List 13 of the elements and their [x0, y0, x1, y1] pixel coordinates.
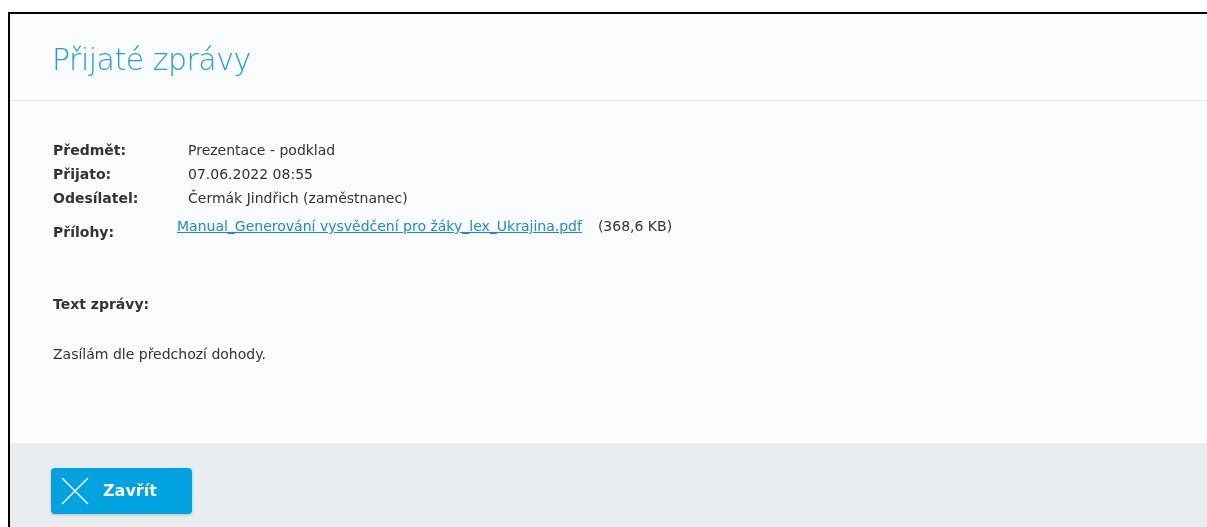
- field-value: Čermák Jindřich (zaměstnanec): [188, 188, 408, 208]
- field-value: Prezentace - podklad: [188, 141, 336, 160]
- attachment-link[interactable]: Manual_Generování vysvědčení pro žáky_lex_Ukrajina.pdf: [177, 214, 582, 244]
- page-title: Přijaté zprávy: [52, 41, 251, 78]
- message-body: Zasílám dle předchozí dohody.: [53, 345, 267, 364]
- field-label: Předmět:: [53, 141, 128, 160]
- section-label: Text zprávy:: [53, 295, 151, 314]
- field-label: Přijato:: [53, 165, 113, 184]
- close-icon: [61, 477, 89, 505]
- field-label: Odesílatel:: [53, 189, 140, 208]
- file-size: (368,6 KB): [597, 217, 673, 236]
- close-button[interactable]: Zavřít: [51, 468, 192, 514]
- field-value: 07.06.2022 08:55: [188, 165, 313, 184]
